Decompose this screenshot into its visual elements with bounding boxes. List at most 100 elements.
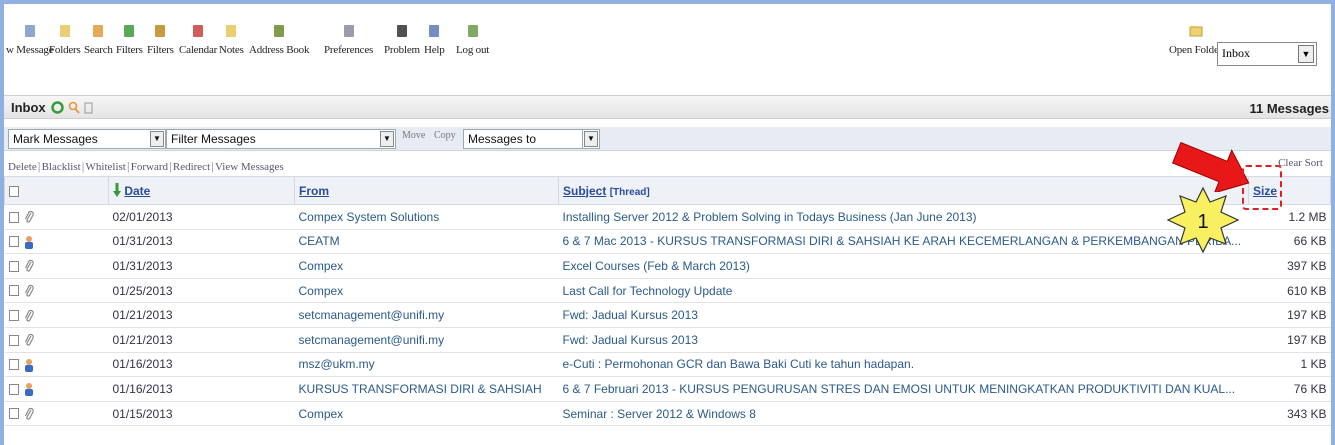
message-table: Date From Subject [Thread] Size 02/01/20… [4, 176, 1331, 427]
row-subject[interactable]: Fwd: Jadual Kursus 2013 [558, 302, 1249, 328]
toolbar-button-6[interactable]: Notes [219, 24, 244, 56]
toolbar-button-11[interactable]: Log out [456, 24, 489, 56]
row-date: 02/01/2013 [108, 204, 295, 230]
row-from[interactable]: KURSUS TRANSFORMASI DIRI & SAHSIAH [294, 376, 559, 402]
action-link-delete[interactable]: Delete [8, 161, 37, 173]
search-icon[interactable] [68, 101, 80, 114]
row-checkbox[interactable] [8, 359, 19, 371]
row-from[interactable]: Compex [294, 401, 559, 427]
table-row[interactable]: 01/31/2013 Compex Excel Courses (Feb & Mar… [4, 253, 1331, 279]
paperclip-icon [24, 284, 34, 297]
row-subject[interactable]: e-Cuti : Permohonan GCR dan Bawa Baki Cu… [558, 352, 1249, 378]
toolbar-button-3[interactable]: Filters [116, 24, 143, 56]
table-row[interactable]: 01/16/2013 msz@ukm.my e-Cuti : Permohonan … [4, 352, 1331, 378]
row-select-cell [4, 278, 109, 304]
chevron-down-icon[interactable]: ▼ [584, 131, 598, 147]
row-select-cell [4, 376, 109, 402]
date-header[interactable]: Date [108, 176, 295, 205]
toolbar-button-5[interactable]: Calendar [179, 24, 217, 56]
row-subject[interactable]: 6 & 7 Februari 2013 - KURSUS PENGURUSAN … [558, 376, 1249, 402]
action-separator: | [211, 161, 214, 173]
paperclip-icon [24, 334, 34, 346]
row-subject[interactable]: Last Call for Technology Update [558, 278, 1249, 304]
table-row[interactable]: 01/21/2013 setcmanagement@unifi.my Fwd: Ja… [4, 327, 1331, 353]
toolbar-button-label: Filters [116, 44, 143, 56]
toolbar-button-1[interactable]: Folders [49, 24, 81, 56]
row-from[interactable]: CEATM [294, 229, 559, 255]
toolbar-button-label: Log out [456, 44, 490, 56]
row-from[interactable]: msz@ukm.my [294, 352, 559, 378]
row-subject[interactable]: Excel Courses (Feb & March 2013) [558, 253, 1249, 279]
filter-row: Mark Messages ▼ Filter Messages ▼ Move C… [4, 127, 1331, 151]
row-from[interactable]: setcmanagement@unifi.my [294, 327, 559, 353]
action-link-blacklist[interactable]: Blacklist [42, 161, 81, 173]
row-from[interactable]: Compex [294, 278, 559, 304]
action-link-view-messages[interactable]: View Messages [215, 161, 284, 173]
row-checkbox[interactable] [8, 408, 19, 420]
action-link-whitelist[interactable]: Whitelist [86, 161, 126, 173]
open-folder-button[interactable]: Open Folder [1169, 24, 1222, 56]
folder-select[interactable]: Inbox ▼ [1217, 42, 1317, 66]
row-size: 397 KB [1248, 253, 1331, 279]
row-date: 01/21/2013 [108, 302, 295, 328]
row-checkbox[interactable] [8, 260, 19, 272]
chevron-down-icon[interactable]: ▼ [380, 131, 394, 147]
messages-to-dropdown[interactable]: ▼ [582, 129, 600, 149]
row-checkbox[interactable] [8, 334, 19, 346]
toolbar-button-4[interactable]: Filters [147, 24, 174, 56]
toolbar-button-10[interactable]: Help [424, 24, 445, 56]
table-row[interactable]: 01/31/2013 CEATM 6 & 7 Mac 2013 - KURSUS T… [4, 229, 1331, 255]
row-subject[interactable]: Fwd: Jadual Kursus 2013 [558, 327, 1249, 353]
from-header-label: From [299, 183, 329, 198]
select-all-checkbox[interactable] [9, 185, 19, 197]
refresh-icon[interactable] [51, 101, 65, 114]
chevron-down-icon[interactable]: ▼ [150, 131, 164, 147]
folder-icon [1189, 26, 1203, 37]
toolbar-button-8[interactable]: Preferences [324, 24, 373, 56]
clear-sort-link[interactable]: Clear Sort [1278, 157, 1323, 169]
filter-messages-select[interactable]: Filter Messages ▼ [166, 129, 396, 149]
row-subject[interactable]: Installing Server 2012 & Problem Solving… [558, 204, 1249, 230]
table-row[interactable]: 01/25/2013 Compex Last Call for Technology… [4, 278, 1331, 304]
action-separator: | [81, 161, 85, 173]
thread-link[interactable]: [Thread] [610, 187, 650, 198]
row-select-cell [4, 327, 109, 353]
from-header[interactable]: From [294, 176, 559, 205]
toolbar-button-0[interactable]: w Message [6, 24, 54, 56]
trash-icon[interactable] [84, 101, 93, 114]
calendar-icon [193, 25, 204, 37]
row-from[interactable]: Compex System Solutions [294, 204, 559, 230]
subject-header[interactable]: Subject [Thread] [558, 176, 1249, 205]
row-checkbox[interactable] [8, 383, 19, 395]
action-link-forward[interactable]: Forward [131, 161, 168, 173]
row-date: 01/21/2013 [108, 327, 295, 353]
row-from[interactable]: setcmanagement@unifi.my [294, 302, 559, 328]
toolbar-button-2[interactable]: Search [84, 24, 113, 56]
row-checkbox[interactable] [8, 211, 19, 223]
row-size: 197 KB [1248, 327, 1331, 353]
inbox-title-text: Inbox [11, 100, 46, 115]
row-checkbox[interactable] [8, 236, 19, 248]
mark-messages-select[interactable]: Mark Messages ▼ [8, 129, 166, 149]
toolbar-button-9[interactable]: Problem [384, 24, 420, 56]
chevron-down-icon[interactable]: ▼ [1298, 45, 1314, 63]
toolbar-button-label: Address Book [249, 44, 310, 56]
table-row[interactable]: 01/15/2013 Compex Seminar : Server 2012 & … [4, 401, 1331, 427]
messages-to-select[interactable]: Messages to [463, 129, 600, 149]
row-size: 343 KB [1248, 401, 1331, 427]
action-link-redirect[interactable]: Redirect [173, 161, 210, 173]
toolbar-button-label: Calendar [179, 44, 218, 56]
row-from[interactable]: Compex [294, 253, 559, 279]
table-row[interactable]: 01/16/2013 KURSUS TRANSFORMASI DIRI & SAH… [4, 376, 1331, 402]
move-button[interactable]: Move [402, 130, 425, 141]
action-separator: | [126, 161, 130, 173]
preferences-icon [343, 25, 354, 37]
row-subject[interactable]: 6 & 7 Mac 2013 - KURSUS TRANSFORMASI DIR… [558, 229, 1249, 255]
toolbar-button-7[interactable]: Address Book [249, 24, 309, 56]
copy-button[interactable]: Copy [434, 130, 456, 141]
table-row[interactable]: 02/01/2013 Compex System Solutions Install… [4, 204, 1331, 230]
row-checkbox[interactable] [8, 285, 19, 297]
row-checkbox[interactable] [8, 310, 19, 322]
table-row[interactable]: 01/21/2013 setcmanagement@unifi.my Fwd: Ja… [4, 302, 1331, 328]
row-subject[interactable]: Seminar : Server 2012 & Windows 8 [558, 401, 1249, 427]
